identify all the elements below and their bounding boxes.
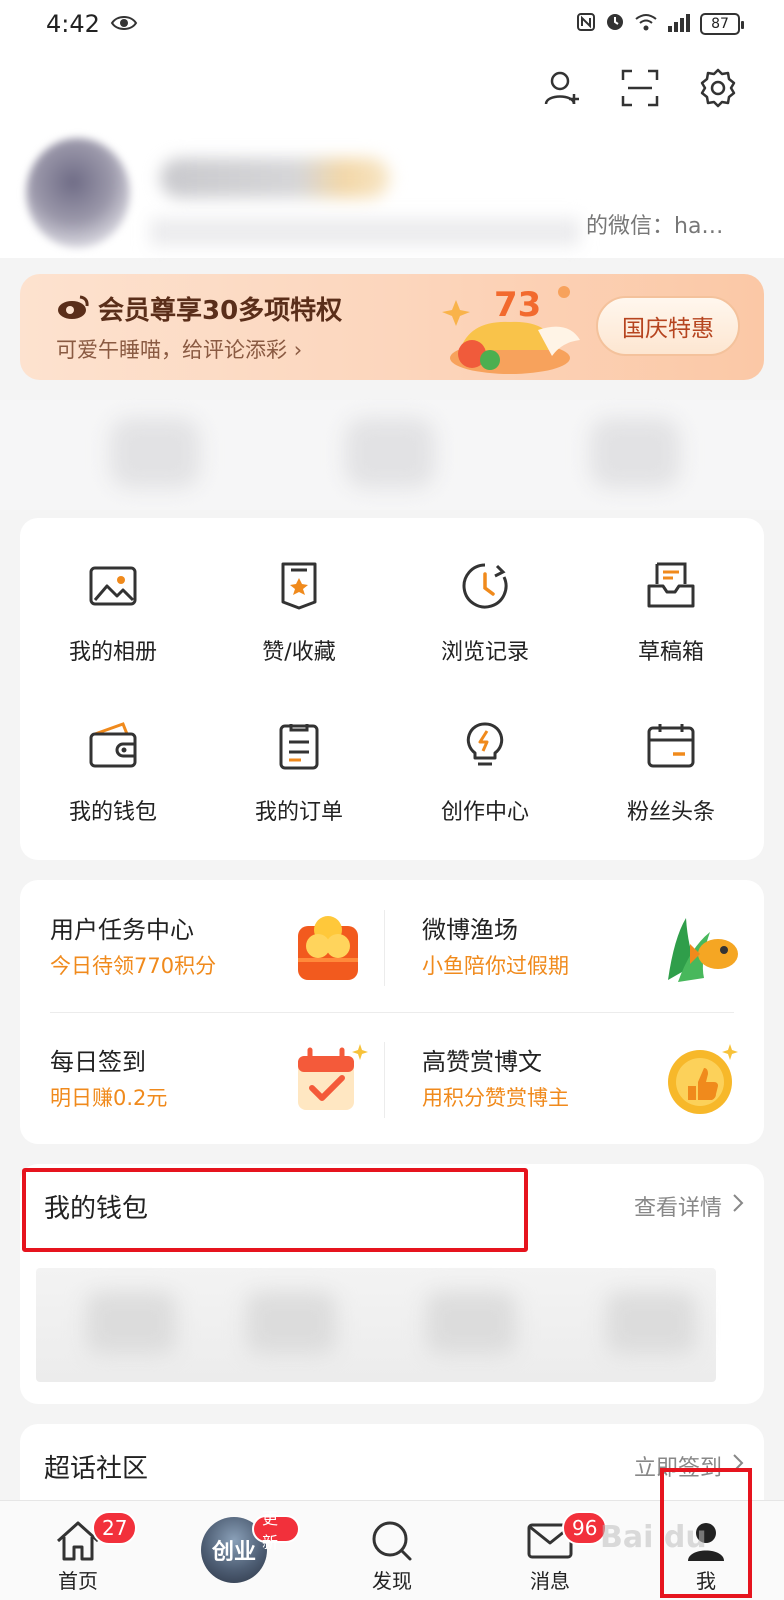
tab-label: 消息	[530, 1569, 570, 1593]
task-subtitle: 今日待领770积分	[50, 954, 217, 978]
stats-row-blurred	[0, 400, 784, 510]
grid-item-favorites[interactable]: 赞/收藏	[206, 518, 392, 668]
task-subtitle: 用积分赞赏博主	[422, 1086, 569, 1110]
vip-banner[interactable]: 会员尊享30多项特权 可爱午睡喵，给评论添彩 › 73 国庆特惠	[20, 274, 764, 380]
task-fishing[interactable]: 微博渔场 小鱼陪你过假期	[392, 880, 764, 1012]
grid-item-wallet[interactable]: 我的钱包	[20, 678, 206, 828]
grid-label: 浏览记录	[440, 640, 529, 665]
order-list-icon	[279, 724, 319, 770]
tab-messages[interactable]: 消息 96	[490, 1501, 610, 1600]
chevron-right-icon: ›	[293, 338, 303, 362]
battery-level: 87	[711, 16, 729, 32]
task-subtitle: 明日赚0.2元	[50, 1086, 168, 1110]
grid-label: 创作中心	[440, 800, 529, 825]
grid-item-creator-center[interactable]: 创作中心	[392, 678, 578, 828]
wallet-icon	[89, 722, 137, 768]
wallet-balances-blurred	[36, 1268, 716, 1382]
tasks-card: 用户任务中心 今日待领770积分 微博渔场 小鱼陪你过假期 每日签到 明日赚0.…	[20, 880, 764, 1144]
grid-item-orders[interactable]: 我的订单	[206, 678, 392, 828]
blur-1	[86, 1292, 176, 1354]
watermark-logo: Bai du	[600, 1520, 707, 1555]
task-user-center[interactable]: 用户任务中心 今日待领770积分	[20, 880, 392, 1012]
grid-label: 我的相册	[68, 640, 157, 665]
avatar[interactable]	[26, 138, 130, 248]
profile-header[interactable]: 的微信：ha…	[0, 128, 784, 258]
lightbulb-icon	[466, 722, 504, 766]
wechat-text: 的微信：ha…	[586, 214, 724, 239]
task-title: 每日签到	[50, 1048, 146, 1076]
vip-subtitle[interactable]: 可爱午睡喵，给评论添彩 ›	[56, 334, 302, 364]
history-clock-icon	[462, 563, 508, 609]
national-day-sale-button[interactable]: 国庆特惠	[596, 296, 740, 356]
grid-item-album[interactable]: 我的相册	[20, 518, 206, 668]
vip-badge-number: 73	[494, 285, 541, 325]
coin-gift-icon	[298, 916, 358, 980]
tab-discover[interactable]: 发现	[332, 1501, 452, 1600]
wallet-section-title: 我的钱包	[44, 1194, 149, 1224]
settings-gear-icon[interactable]	[694, 64, 742, 112]
nfc-icon	[576, 10, 596, 38]
stat-blur-2	[345, 418, 435, 488]
draft-tray-icon	[647, 562, 695, 608]
user-name-blurred	[160, 158, 390, 198]
celebration-cake-art: 73	[440, 280, 590, 376]
battery-icon: 87	[700, 13, 744, 35]
photo-icon	[89, 566, 137, 606]
feature-grid: 我的相册 赞/收藏 浏览记录 草稿箱 我的钱包 我的订单 创作中心 粉丝头条	[20, 518, 764, 860]
wallet-more-label: 查看详情	[633, 1196, 722, 1221]
calendar-icon	[647, 724, 695, 768]
chevron-right-icon	[732, 1193, 744, 1219]
blur-3	[426, 1292, 516, 1354]
tab-label: 首页	[58, 1569, 98, 1593]
wallet-view-details-link[interactable]: 查看详情	[634, 1190, 744, 1222]
top-bar	[0, 48, 784, 128]
search-icon	[372, 1521, 412, 1561]
tab-create[interactable]: 创业 更新	[174, 1501, 300, 1600]
thumbs-up-coin-icon	[668, 1044, 738, 1114]
task-title: 高赞赏博文	[422, 1048, 542, 1076]
user-info-blurred	[150, 218, 580, 246]
home-badge: 27	[92, 1511, 138, 1545]
blur-2	[246, 1292, 336, 1354]
create-update-badge: 更新	[252, 1509, 300, 1552]
vip-subtitle-text: 可爱午睡喵，给评论添彩	[56, 338, 287, 362]
grid-item-drafts[interactable]: 草稿箱	[578, 518, 764, 668]
add-friend-icon[interactable]	[538, 64, 586, 112]
stat-blur-1	[110, 418, 200, 488]
blur-4	[606, 1292, 696, 1354]
wifi-icon	[634, 10, 658, 38]
status-time: 4:42	[46, 10, 100, 38]
alarm-icon	[604, 10, 626, 38]
grid-label: 我的订单	[254, 800, 343, 825]
grid-label: 草稿箱	[637, 640, 704, 665]
grid-item-history[interactable]: 浏览记录	[392, 518, 578, 668]
task-daily-checkin[interactable]: 每日签到 明日赚0.2元	[20, 1012, 392, 1144]
grid-label: 赞/收藏	[262, 640, 336, 665]
grid-item-fan-headlines[interactable]: 粉丝头条	[578, 678, 764, 828]
fish-icon	[668, 918, 738, 982]
vip-title: 会员尊享30多项特权	[98, 296, 343, 326]
status-bar: 4:42 87	[0, 0, 784, 48]
calendar-check-icon	[298, 1044, 368, 1110]
bookmark-star-icon	[281, 562, 317, 610]
task-subtitle: 小鱼陪你过假期	[422, 954, 569, 978]
grid-label: 我的钱包	[68, 800, 157, 825]
scan-icon[interactable]	[616, 64, 664, 112]
tab-label: 发现	[372, 1569, 412, 1593]
task-title: 微博渔场	[422, 916, 518, 944]
signal-icon	[666, 10, 692, 38]
grid-label: 粉丝头条	[626, 800, 715, 825]
task-reward-post[interactable]: 高赞赏博文 用积分赞赏博主	[392, 1012, 764, 1144]
tab-home[interactable]: 首页 27	[18, 1501, 138, 1600]
wallet-card: 我的钱包 查看详情	[20, 1164, 764, 1404]
task-title: 用户任务中心	[50, 916, 194, 944]
weibo-logo-icon	[56, 294, 90, 320]
stat-blur-3	[590, 418, 680, 488]
super-topic-title: 超话社区	[44, 1454, 149, 1484]
eye-icon	[110, 10, 138, 38]
